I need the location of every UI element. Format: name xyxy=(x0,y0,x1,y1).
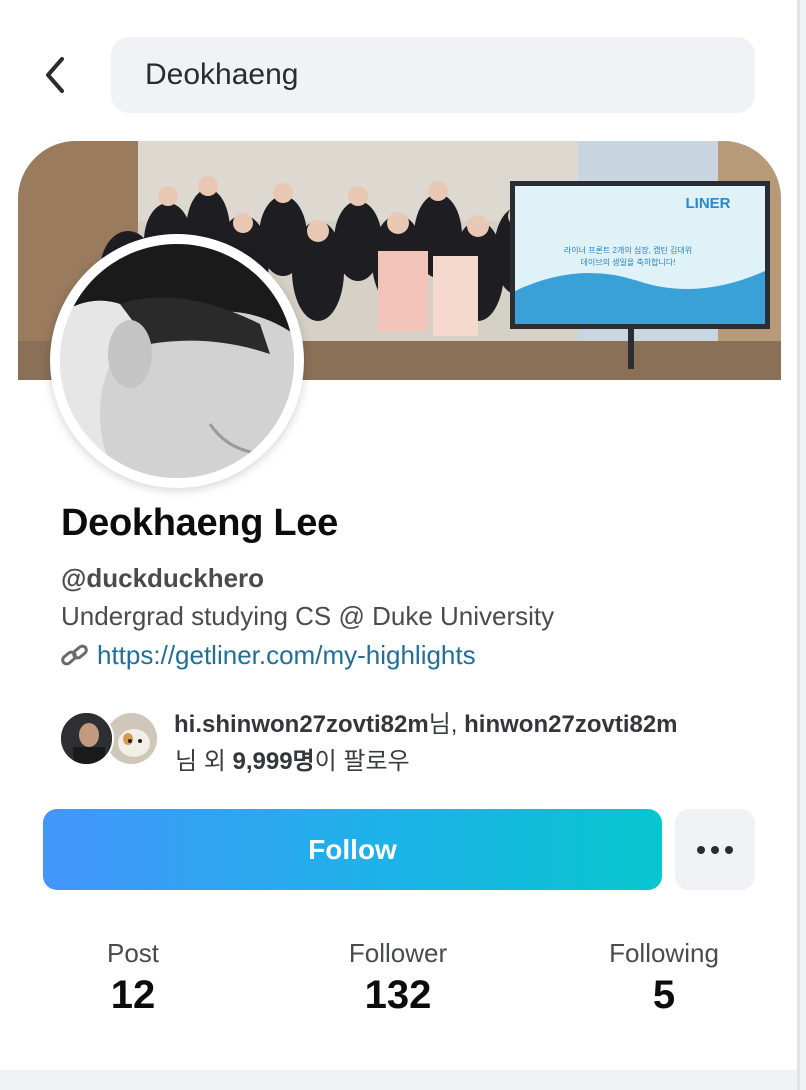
stat-follower-value: 132 xyxy=(364,973,432,1017)
stat-following-value: 5 xyxy=(652,973,676,1017)
followed-suffix-1: 님, xyxy=(428,711,465,738)
stat-following-label: Following xyxy=(609,938,719,968)
page-edge xyxy=(797,0,800,1090)
link-icon xyxy=(61,644,88,665)
screen-message-1: 라이너 프론트 2개의 심장, 캡틴 김대위 xyxy=(564,245,692,255)
follow-button[interactable]: Follow xyxy=(43,809,662,890)
avatar-photo xyxy=(60,244,294,478)
stat-post-value: 12 xyxy=(110,973,156,1017)
profile-name: Deokhaeng Lee xyxy=(61,502,338,544)
more-horizontal-icon xyxy=(697,845,733,854)
profile-link-row: https://getliner.com/my-highlights xyxy=(59,640,476,671)
followed-user-2[interactable]: hinwon27zovti82m xyxy=(464,711,677,738)
stat-follower-label: Follower xyxy=(348,938,448,968)
screen-brand: LINER xyxy=(686,195,731,212)
profile-handle: @duckduckhero xyxy=(61,563,265,593)
stat-following[interactable]: Following 5 xyxy=(564,938,764,1018)
followed-by-line1: hi.shinwon27zovti82m님, hinwon27zovti82m xyxy=(174,704,678,739)
stat-follower[interactable]: Follower 132 xyxy=(298,938,498,1018)
follower-avatar-1[interactable] xyxy=(59,711,114,766)
stat-post-label: Post xyxy=(106,938,160,968)
followed-prefix-2: 님 외 xyxy=(175,748,233,775)
search-input[interactable] xyxy=(145,58,755,92)
search-box[interactable] xyxy=(111,37,755,113)
followed-count[interactable]: 9,999명 xyxy=(233,748,315,775)
profile-link[interactable]: https://getliner.com/my-highlights xyxy=(97,640,476,671)
screen-message-2: 데이브의 생일을 축하합니다! xyxy=(581,257,676,267)
profile-bio: Undergrad studying CS @ Duke University xyxy=(61,601,555,631)
more-button[interactable] xyxy=(675,809,755,890)
stat-post[interactable]: Post 12 xyxy=(33,938,233,1018)
followed-suffix-2: 이 팔로우 xyxy=(314,748,410,775)
back-button[interactable] xyxy=(30,50,80,100)
followed-user-1[interactable]: hi.shinwon27zovti82m xyxy=(174,711,429,738)
followed-by-line2: 님 외 9,999명이 팔로우 xyxy=(175,741,410,776)
avatar[interactable] xyxy=(60,244,294,478)
chevron-left-icon xyxy=(46,57,64,93)
